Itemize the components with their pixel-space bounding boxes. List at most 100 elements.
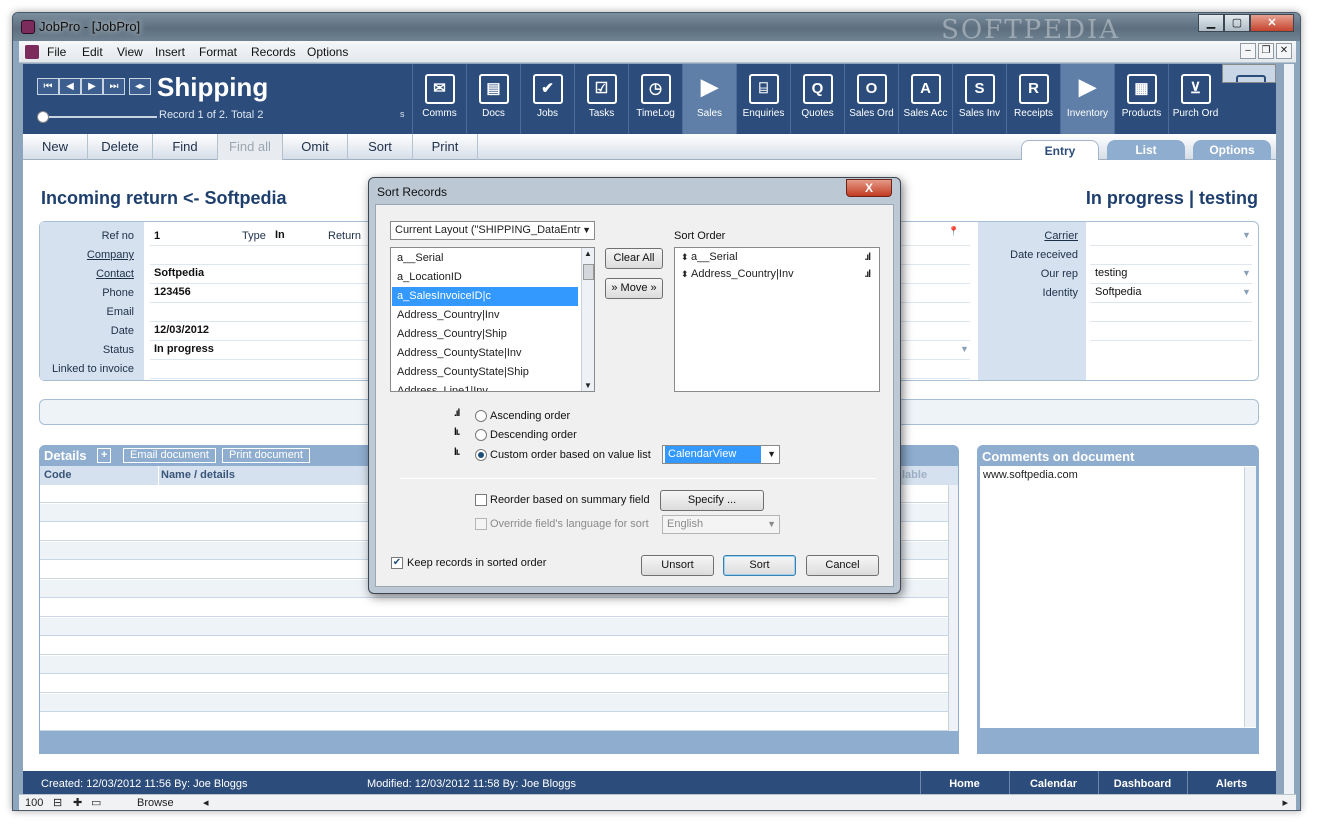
- mdi-minimize-button[interactable]: –: [1240, 43, 1256, 59]
- menu-file[interactable]: File: [47, 45, 66, 59]
- cancel-button[interactable]: Cancel: [806, 555, 879, 576]
- expand-nav-button[interactable]: ◂▸: [129, 78, 151, 95]
- field-list[interactable]: ▲ ▼ a__Serial a_LocationID a_SalesInvoiceI…: [390, 247, 595, 392]
- table-row[interactable]: [40, 694, 948, 712]
- type-field[interactable]: In: [275, 229, 285, 241]
- maximize-button[interactable]: ▢: [1224, 14, 1250, 32]
- toolbar-sales-acc-button[interactable]: A Sales Acc: [898, 64, 952, 134]
- field-list-item[interactable]: a_LocationID: [392, 268, 578, 287]
- last-record-button[interactable]: ⏭: [103, 78, 125, 95]
- toolbar-enquiries-button[interactable]: ⌸ Enquiries: [736, 64, 790, 134]
- sort-button[interactable]: Sort: [348, 134, 413, 160]
- menu-records[interactable]: Records: [251, 45, 296, 59]
- scroll-left-icon[interactable]: ◂: [203, 796, 209, 809]
- field-list-scrollbar[interactable]: ▲ ▼: [581, 248, 594, 391]
- contact-field[interactable]: Softpedia: [154, 267, 204, 279]
- field-list-item[interactable]: a_SalesInvoiceID|c: [392, 287, 578, 306]
- keep-sorted-checkbox[interactable]: ✔: [391, 557, 403, 569]
- close-button[interactable]: ✕: [1250, 14, 1294, 32]
- zoom-out-icon[interactable]: ⊟: [53, 796, 62, 809]
- unsort-button[interactable]: Unsort: [641, 555, 714, 576]
- first-record-button[interactable]: ⏮: [37, 78, 59, 95]
- layout-select[interactable]: Current Layout ("SHIPPING_DataEntr ▼: [390, 221, 595, 240]
- field-list-item[interactable]: a__Serial: [392, 249, 578, 268]
- sort-confirm-button[interactable]: Sort: [723, 555, 796, 576]
- toolbar-docs-button[interactable]: ▤ Docs: [466, 64, 520, 134]
- print-button[interactable]: Print: [413, 134, 478, 160]
- menu-edit[interactable]: Edit: [82, 45, 103, 59]
- custom-order-radio[interactable]: [475, 449, 487, 461]
- toolbar-sales-ord-button[interactable]: O Sales Ord: [844, 64, 898, 134]
- our-rep-dropdown-icon[interactable]: ▼: [1242, 268, 1251, 278]
- scroll-right-icon[interactable]: ▸: [1282, 796, 1288, 809]
- field-list-item[interactable]: Address_CountyState|Ship: [392, 363, 578, 382]
- toolbar-shipping-button[interactable]: ⛟Shipping: [1222, 64, 1276, 83]
- table-row[interactable]: [40, 599, 948, 617]
- find-all-button[interactable]: Find all: [218, 134, 283, 160]
- zoom-level[interactable]: 100: [25, 797, 43, 809]
- pin-icon[interactable]: 📍: [948, 226, 959, 237]
- table-row[interactable]: [40, 675, 948, 693]
- toolbar-sales-inv-button[interactable]: S Sales Inv: [952, 64, 1006, 134]
- clear-all-button[interactable]: Clear All: [605, 248, 663, 269]
- tab-list[interactable]: List: [1107, 140, 1185, 160]
- menu-format[interactable]: Format: [199, 45, 237, 59]
- toolbar-toggle-icon[interactable]: ▭: [91, 796, 101, 809]
- find-button[interactable]: Find: [153, 134, 218, 160]
- email-document-button[interactable]: Email document: [123, 448, 216, 463]
- carrier-dropdown-icon[interactable]: ▼: [1242, 230, 1251, 240]
- toolbar-purch-ord-button[interactable]: ⊻ Purch Ord: [1168, 64, 1222, 134]
- mdi-close-button[interactable]: ✕: [1276, 43, 1292, 59]
- comments-textarea[interactable]: www.softpedia.com: [980, 466, 1256, 728]
- toolbar-quotes-button[interactable]: Q Quotes: [790, 64, 844, 134]
- tab-options[interactable]: Options: [1193, 140, 1271, 160]
- toolbar-receipts-button[interactable]: R Receipts: [1006, 64, 1060, 134]
- omit-button[interactable]: Omit: [283, 134, 348, 160]
- company-label[interactable]: Company: [87, 249, 134, 261]
- identity-dropdown-icon[interactable]: ▼: [1242, 287, 1251, 297]
- field-list-item[interactable]: Address_CountyState|Inv: [392, 344, 578, 363]
- ref-no-field[interactable]: 1: [154, 230, 160, 242]
- mdi-restore-button[interactable]: ❐: [1258, 43, 1274, 59]
- move-button[interactable]: » Move »: [605, 278, 663, 299]
- toolbar-jobs-button[interactable]: ✔ Jobs: [520, 64, 574, 134]
- contact-label[interactable]: Contact: [96, 268, 134, 280]
- table-row[interactable]: [40, 656, 948, 674]
- table-row[interactable]: [40, 637, 948, 655]
- toolbar-comms-button[interactable]: ✉ Comms: [412, 64, 466, 134]
- zoom-in-icon[interactable]: ✚: [73, 796, 82, 809]
- toolbar-products-button[interactable]: ▦ Products: [1114, 64, 1168, 134]
- window-scrollbar[interactable]: [1284, 64, 1294, 794]
- document-icon[interactable]: [25, 45, 39, 59]
- descending-radio[interactable]: [475, 429, 487, 441]
- toolbar-tasks-button[interactable]: ☑ Tasks: [574, 64, 628, 134]
- minimize-button[interactable]: ▁: [1198, 14, 1224, 32]
- add-line-button[interactable]: +: [97, 448, 112, 463]
- field-list-item[interactable]: Address_Line1|Inv: [392, 382, 578, 391]
- status-dropdown-icon[interactable]: ▼: [960, 344, 969, 354]
- sort-order-list[interactable]: ⬍ a__Serial .ıl ⬍ Address_Country|Inv .ıl: [674, 247, 880, 392]
- table-row[interactable]: [40, 713, 948, 731]
- print-document-button[interactable]: Print document: [222, 448, 310, 463]
- prev-record-button[interactable]: ◀: [59, 78, 81, 95]
- menu-options[interactable]: Options: [307, 45, 348, 59]
- value-list-select[interactable]: CalendarView ▼: [662, 445, 780, 464]
- table-row[interactable]: [40, 618, 948, 636]
- toolbar-sales-button[interactable]: ▶ Sales: [682, 64, 736, 134]
- new-button[interactable]: New: [23, 134, 88, 160]
- next-record-button[interactable]: ▶: [81, 78, 103, 95]
- menu-insert[interactable]: Insert: [155, 45, 185, 59]
- drag-handle-icon[interactable]: ⬍: [681, 269, 691, 279]
- reorder-checkbox[interactable]: [475, 494, 487, 506]
- slider-knob[interactable]: [37, 111, 49, 123]
- record-slider[interactable]: [37, 111, 157, 123]
- toolbar-inventory-button[interactable]: ▶ Inventory: [1060, 64, 1114, 134]
- specify-button[interactable]: Specify ...: [660, 490, 764, 511]
- identity-field[interactable]: Softpedia: [1095, 286, 1141, 298]
- phone-field[interactable]: 123456: [154, 286, 191, 298]
- our-rep-field[interactable]: testing: [1095, 267, 1127, 279]
- details-scrollbar[interactable]: [948, 485, 958, 731]
- dialog-close-button[interactable]: X: [846, 179, 892, 197]
- menu-view[interactable]: View: [117, 45, 143, 59]
- ascending-radio[interactable]: [475, 410, 487, 422]
